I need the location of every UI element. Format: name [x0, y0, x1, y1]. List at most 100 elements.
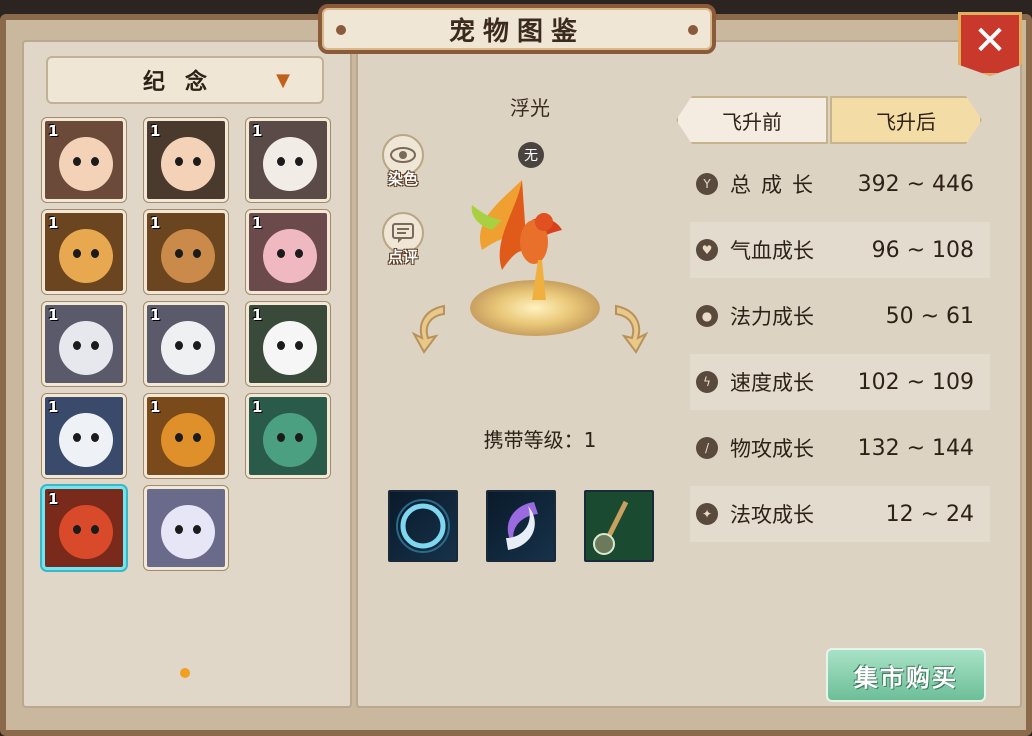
pet-white-hair-girl-icon [161, 321, 215, 375]
pet-white-beast-icon [161, 505, 215, 559]
stat-icon: / [696, 437, 718, 459]
stat-value: 50 ~ 61 [885, 303, 974, 329]
pet-eye [193, 249, 201, 258]
stat-label: 法力成长 [730, 305, 814, 329]
skill-slot-ring[interactable] [388, 490, 458, 562]
pet-level: 1 [252, 398, 263, 416]
title-plate: 宠物图鉴 [318, 4, 716, 54]
swirl-skill-icon [506, 502, 538, 550]
pet-eye [193, 525, 201, 534]
stat-icon: ● [696, 305, 718, 327]
page-title: 宠物图鉴 [448, 16, 585, 47]
pet-white-beast-slot[interactable] [144, 486, 228, 570]
market-buy-button[interactable]: 集市购买 [826, 648, 986, 702]
page-indicator-dot [180, 668, 190, 678]
skill-slot-mace[interactable] [584, 490, 654, 562]
stat-row: ● 法力成长 50 ~ 61 [690, 288, 990, 344]
dye-label: 染色 [387, 170, 418, 188]
pet-eye [277, 157, 285, 166]
pet-level: 1 [48, 122, 59, 140]
pet-white-hair-boy-slot[interactable]: 1 [42, 302, 126, 386]
stat-icon: ♥ [696, 239, 718, 261]
pet-fox-slot[interactable]: 1 [144, 210, 228, 294]
pet-level: 1 [150, 398, 161, 416]
stat-value: 132 ~ 144 [857, 435, 974, 461]
pet-eye [91, 157, 99, 166]
category-dropdown-label: 纪念 [142, 70, 227, 95]
pet-level: 1 [48, 398, 59, 416]
stat-row: ✦ 法攻成长 12 ~ 24 [690, 486, 990, 542]
close-button[interactable]: ✕ [958, 12, 1022, 76]
pet-eye [295, 341, 303, 350]
pet-polar-bear-slot[interactable]: 1 [42, 394, 126, 478]
pet-eye [91, 249, 99, 258]
pet-level: 1 [150, 214, 161, 232]
rotate-left-icon[interactable] [410, 300, 450, 354]
pet-eye [175, 433, 183, 442]
stat-label: 总成长 [730, 173, 823, 197]
pet-panda-slot[interactable]: 1 [246, 302, 330, 386]
pet-pink-deer-slot[interactable]: 1 [246, 210, 330, 294]
pet-level: 1 [48, 490, 59, 508]
pet-child-girl-icon [59, 137, 113, 191]
pet-child-boy-slot[interactable]: 1 [144, 118, 228, 202]
pet-phoenix-slot[interactable]: 1 [42, 486, 126, 570]
dye-button[interactable]: 染色 [380, 134, 426, 190]
pet-eye [73, 341, 81, 350]
pet-tiger-cub-icon [59, 229, 113, 283]
review-button[interactable]: 点评 [380, 212, 426, 268]
pet-level: 1 [252, 214, 263, 232]
ring-skill-icon [396, 499, 450, 553]
stat-icon: Y [696, 173, 718, 195]
pet-eye [295, 249, 303, 258]
pet-green-dragon-slot[interactable]: 1 [246, 394, 330, 478]
phoenix-model[interactable] [462, 160, 582, 310]
pet-siamese-cat-icon [263, 137, 317, 191]
stat-value: 392 ~ 446 [857, 171, 974, 197]
category-dropdown[interactable]: 纪念 ▼ [46, 56, 324, 104]
pet-tiger-cub-slot[interactable]: 1 [42, 210, 126, 294]
stat-label: 气血成长 [730, 239, 814, 263]
carry-level: 携带等级：1 [483, 428, 597, 452]
pet-panda-icon [263, 321, 317, 375]
pet-eye [73, 433, 81, 442]
pet-eye [295, 433, 303, 442]
stud-right [688, 25, 698, 35]
pet-name: 浮光 [510, 96, 550, 120]
pet-polar-bear-icon [59, 413, 113, 467]
pet-phoenix-icon [59, 505, 113, 559]
stat-icon: ✦ [696, 503, 718, 525]
skill-slot-swirl[interactable] [486, 490, 556, 562]
review-label: 点评 [387, 248, 418, 266]
pet-eye [193, 341, 201, 350]
rotate-right-icon[interactable] [610, 300, 650, 354]
pet-green-dragon-icon [263, 413, 317, 467]
stat-label: 物攻成长 [730, 437, 814, 461]
chevron-down-icon: ▼ [276, 70, 290, 91]
pet-eye [277, 341, 285, 350]
pet-lion-cub-slot[interactable]: 1 [144, 394, 228, 478]
pet-level: 1 [150, 122, 161, 140]
stud-left [336, 25, 346, 35]
pet-eye [175, 249, 183, 258]
stat-value: 12 ~ 24 [885, 501, 974, 527]
tab-after-ascension[interactable]: 飞升后 [830, 96, 982, 144]
stat-icon: ϟ [696, 371, 718, 393]
pet-white-hair-boy-icon [59, 321, 113, 375]
tab-before-ascension[interactable]: 飞升前 [676, 96, 828, 144]
pet-eye [175, 157, 183, 166]
stat-row: ϟ 速度成长 102 ~ 109 [690, 354, 990, 410]
pet-fox-icon [161, 229, 215, 283]
pet-eye [91, 433, 99, 442]
pet-eye [193, 433, 201, 442]
mace-skill-icon [586, 492, 652, 560]
pet-eye [175, 341, 183, 350]
pet-eye [277, 433, 285, 442]
pet-eye [73, 249, 81, 258]
stat-row: ♥ 气血成长 96 ~ 108 [690, 222, 990, 278]
pet-white-hair-girl-slot[interactable]: 1 [144, 302, 228, 386]
pet-eye [175, 525, 183, 534]
stat-label: 法攻成长 [730, 503, 814, 527]
pet-siamese-cat-slot[interactable]: 1 [246, 118, 330, 202]
pet-child-girl-slot[interactable]: 1 [42, 118, 126, 202]
